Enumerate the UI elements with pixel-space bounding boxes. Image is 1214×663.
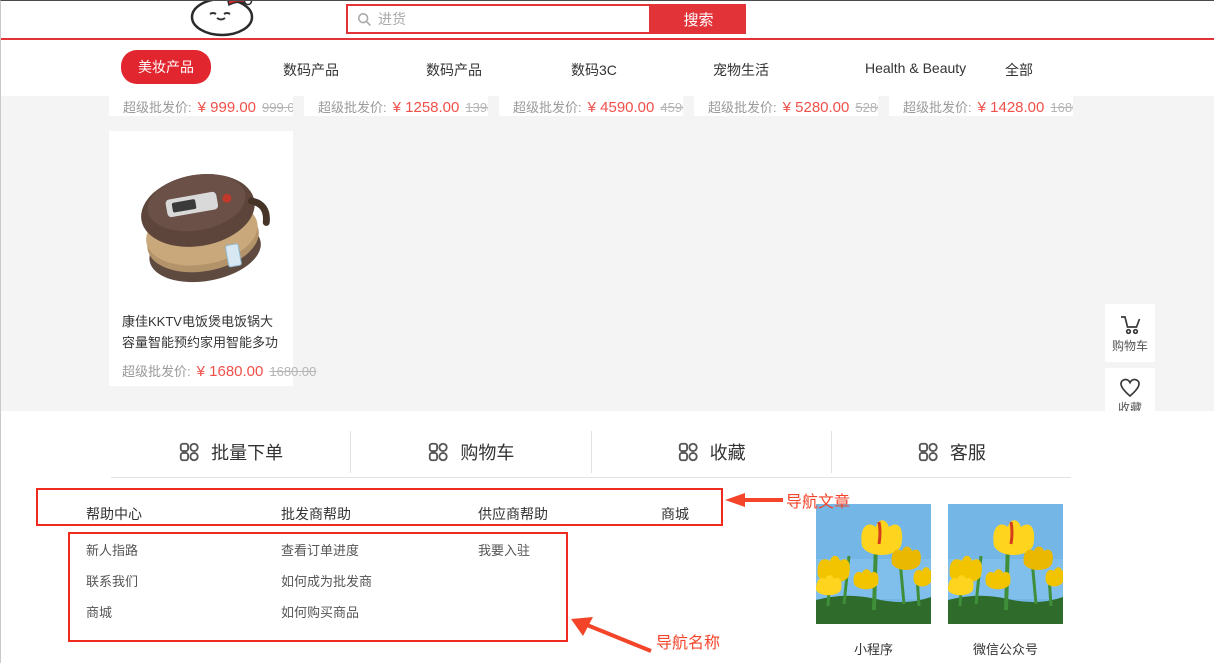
price-original: 999.00 <box>262 100 293 115</box>
service-cart[interactable]: 购物车 <box>351 431 591 473</box>
price-current: ¥ 5280.00 <box>783 99 850 116</box>
product-card-partial[interactable]: 超级批发价: ¥ 5280.00 5280.00 <box>694 96 878 116</box>
price-original: 1680.00 <box>269 364 316 379</box>
footer-link-order-progress[interactable]: 查看订单进度 <box>281 540 359 559</box>
nav-item-digital-3c[interactable]: 数码3C <box>571 60 617 80</box>
footer-link-supplier-help[interactable]: 供应商帮助 <box>478 504 548 524</box>
search-input[interactable] <box>378 11 649 27</box>
product-section: 超级批发价: ¥ 999.00 999.00 超级批发价: ¥ 1258.00 … <box>1 96 1214 411</box>
floating-cart-label: 购物车 <box>1112 339 1148 354</box>
footer: 批量下单 购物车 收藏 客服 <box>1 411 1214 663</box>
search-input-box <box>346 4 651 34</box>
rice-cooker-product-image <box>121 139 281 307</box>
nav-item-pets[interactable]: 宠物生活 <box>713 60 769 80</box>
header: 搜索 <box>1 1 1214 40</box>
price-original: 1680.00 <box>1050 100 1073 115</box>
site-logo[interactable] <box>184 0 264 39</box>
nav-item-health-beauty[interactable]: Health & Beauty <box>865 60 966 76</box>
price-original: 4590.00 <box>660 100 683 115</box>
footer-link-how-to-buy[interactable]: 如何购买商品 <box>281 602 359 621</box>
floating-cart-button[interactable]: 购物车 <box>1105 304 1155 362</box>
tulip-photo <box>816 504 931 624</box>
service-bulk-order[interactable]: 批量下单 <box>111 431 351 473</box>
shopping-cart-icon <box>1117 313 1143 337</box>
mini-program-image <box>816 504 931 624</box>
heart-icon <box>1118 377 1142 399</box>
footer-link-help-center[interactable]: 帮助中心 <box>86 504 142 524</box>
price-current: ¥ 4590.00 <box>588 99 655 116</box>
product-card-partial[interactable]: 超级批发价: ¥ 1258.00 1398.00 <box>304 96 488 116</box>
service-label: 收藏 <box>710 439 746 465</box>
nav-item-digital-2[interactable]: 数码产品 <box>426 60 482 80</box>
category-nav: 美妆产品 数码产品 数码产品 数码3C 宠物生活 Health & Beauty… <box>1 42 1214 96</box>
footer-link-mall[interactable]: 商城 <box>661 504 689 524</box>
price-current: ¥ 1258.00 <box>393 99 460 116</box>
grid-apps-icon <box>178 441 200 463</box>
service-label: 批量下单 <box>211 439 283 465</box>
service-customer-support[interactable]: 客服 <box>832 431 1071 473</box>
service-label: 购物车 <box>460 439 514 465</box>
price-label: 超级批发价: <box>123 97 192 116</box>
product-title: 康佳KKTV电饭煲电饭锅大容量智能预约家用智能多功能煮饭锅... <box>109 311 293 353</box>
search-icon <box>356 11 372 27</box>
mini-program-label: 小程序 <box>816 639 931 658</box>
nav-item-all[interactable]: 全部 <box>1005 60 1033 80</box>
product-card-partial[interactable]: 超级批发价: ¥ 1428.00 1680.00 <box>889 96 1073 116</box>
price-original: 5280.00 <box>855 100 878 115</box>
footer-link-mall-sub[interactable]: 商城 <box>86 602 112 621</box>
footer-link-newcomer-guide[interactable]: 新人指路 <box>86 540 138 559</box>
price-label: 超级批发价: <box>903 97 972 116</box>
footer-link-join-us[interactable]: 我要入驻 <box>478 540 530 559</box>
product-card-partial[interactable]: 超级批发价: ¥ 999.00 999.00 <box>109 96 293 116</box>
footer-divider <box>111 477 1071 478</box>
snowman-santa-mascot-icon <box>184 0 264 39</box>
footer-services-row: 批量下单 购物车 收藏 客服 <box>111 431 1071 473</box>
product-card-rice-cooker[interactable]: 康佳KKTV电饭煲电饭锅大容量智能预约家用智能多功能煮饭锅... 超级批发价: … <box>109 131 293 386</box>
price-label: 超级批发价: <box>513 97 582 116</box>
nav-item-beauty-active[interactable]: 美妆产品 <box>121 50 211 84</box>
tulip-photo <box>948 504 1063 624</box>
annotation-nav-names-label: 导航名称 <box>656 629 720 653</box>
price-label: 超级批发价: <box>318 97 387 116</box>
price-label: 超级批发价: <box>708 97 777 116</box>
service-favorites[interactable]: 收藏 <box>592 431 832 473</box>
search-button[interactable]: 搜索 <box>651 4 746 34</box>
price-current: ¥ 999.00 <box>198 99 256 116</box>
footer-link-contact-us[interactable]: 联系我们 <box>86 571 138 590</box>
storefront-page: 搜索 美妆产品 数码产品 数码产品 数码3C 宠物生活 Health & Bea… <box>0 0 1214 663</box>
product-card-partial[interactable]: 超级批发价: ¥ 4590.00 4590.00 <box>499 96 683 116</box>
price-original: 1398.00 <box>465 100 488 115</box>
price-label: 超级批发价: <box>122 361 191 380</box>
annotation-nav-articles-label: 导航文章 <box>786 488 850 512</box>
grid-apps-icon <box>427 441 449 463</box>
footer-link-wholesaler-help[interactable]: 批发商帮助 <box>281 504 351 524</box>
search-bar: 搜索 <box>346 4 746 34</box>
nav-item-digital-1[interactable]: 数码产品 <box>283 60 339 80</box>
wechat-official-account-label: 微信公众号 <box>948 639 1063 658</box>
wechat-official-account-image <box>948 504 1063 624</box>
price-current: ¥ 1680.00 <box>197 363 264 380</box>
grid-apps-icon <box>677 441 699 463</box>
grid-apps-icon <box>917 441 939 463</box>
price-current: ¥ 1428.00 <box>978 99 1045 116</box>
footer-link-become-wholesaler[interactable]: 如何成为批发商 <box>281 571 372 590</box>
service-label: 客服 <box>950 439 986 465</box>
